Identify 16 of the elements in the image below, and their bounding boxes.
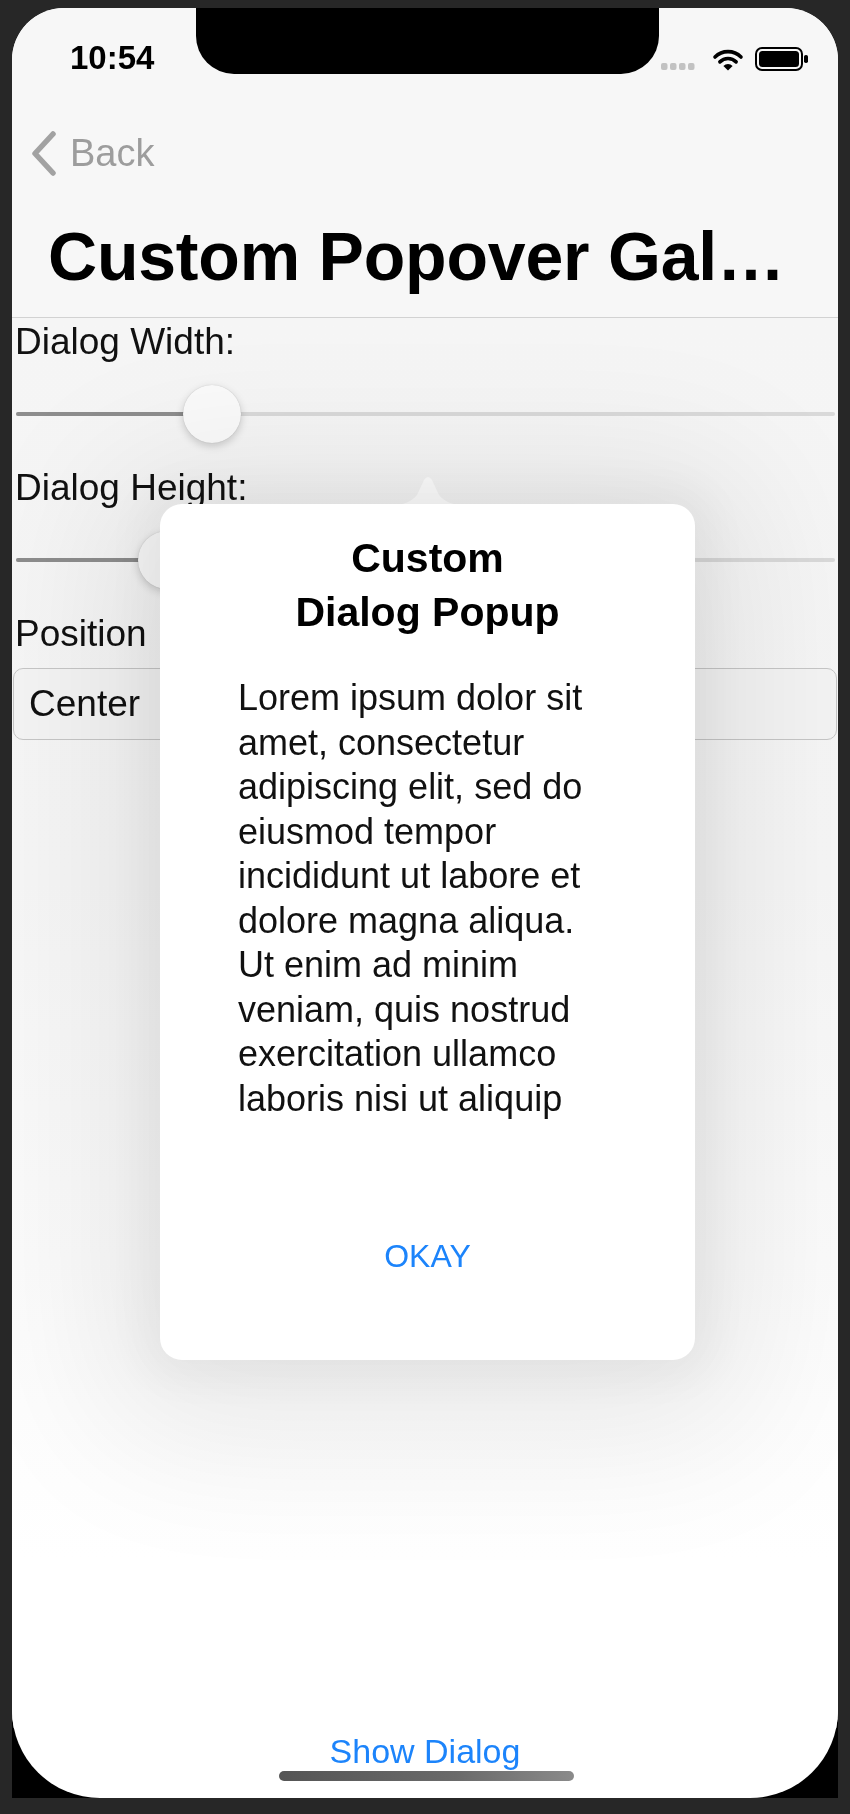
battery-icon <box>755 47 809 71</box>
slider[interactable] <box>16 385 835 443</box>
chevron-left-icon <box>30 130 57 176</box>
dialog-body-text: Lorem ipsum dolor sit amet, consectetur adipiscing elit, sed do eiusmod tempor incididunt ut labore et dolore magna aliqua. Ut enim ad minim veniam, quis nostrud exercitation ullamco laboris nisi ut aliquip <box>238 676 584 1121</box>
status-time: 10:54 <box>69 38 156 78</box>
page-title: Custom Popover Gal… <box>48 217 785 296</box>
form-label: Dialog Height: <box>15 466 248 510</box>
signal-icon <box>661 63 695 70</box>
wifi-icon <box>712 47 744 71</box>
slider-thumb[interactable] <box>183 385 242 443</box>
dialog-title: Custom Dialog Popup <box>294 534 561 637</box>
back-button[interactable]: Back <box>30 123 161 183</box>
okay-button[interactable]: OKAY <box>364 1226 491 1286</box>
show-dialog-button[interactable]: Show Dialog <box>325 1729 525 1773</box>
form-label: Position <box>15 612 147 656</box>
form-label: Dialog Width: <box>15 320 236 364</box>
